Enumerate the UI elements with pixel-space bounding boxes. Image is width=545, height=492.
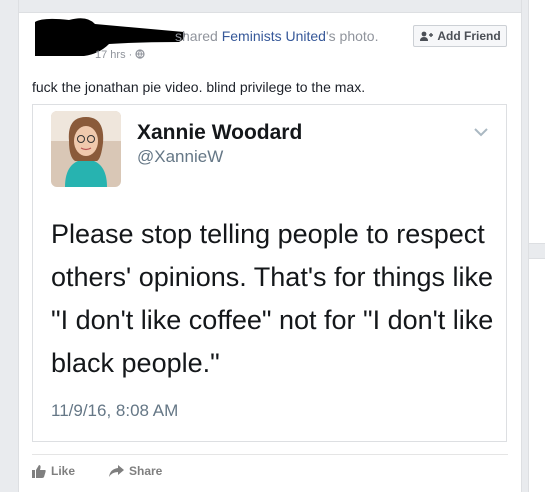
shared-line: shared Feminists United's photo. (175, 28, 378, 44)
shared-prefix: shared (175, 28, 218, 44)
tweet-author-handle: @XannieW (137, 147, 224, 166)
add-friend-label: Add Friend (437, 29, 501, 43)
news-feed-post: shared Feminists United's photo. 17 hrs … (18, 0, 522, 492)
page-background-left (0, 0, 18, 492)
post-text: fuck the jonathan pie video. blind privi… (32, 79, 366, 95)
like-icon (32, 464, 46, 478)
tweet-body: Please stop telling people to respect ot… (51, 219, 494, 378)
post-meta: 17 hrs · (95, 49, 145, 61)
tweet-author-name: Xannie Woodard (137, 121, 303, 144)
page-name-link[interactable]: Feminists United (222, 28, 326, 44)
tweet-date: 11/9/16, 8:08 AM (51, 401, 179, 420)
share-label: Share (129, 464, 163, 478)
chevron-down-icon (474, 128, 488, 137)
share-button[interactable]: Share (109, 464, 162, 478)
globe-icon[interactable] (135, 49, 145, 59)
card-top-gap (19, 0, 521, 13)
right-column-fragment (528, 0, 545, 492)
right-column-gap (529, 243, 545, 259)
post-timestamp[interactable]: 17 hrs · (95, 49, 132, 61)
post-actions: Like Share (32, 454, 508, 483)
like-button[interactable]: Like (32, 464, 75, 478)
like-label: Like (51, 464, 76, 478)
shared-suffix: 's photo. (325, 28, 379, 44)
share-icon (109, 465, 124, 477)
add-friend-icon (420, 31, 434, 41)
add-friend-button[interactable]: Add Friend (413, 25, 507, 47)
shared-photo[interactable]: Xannie Woodard @XannieW Please stop tell… (32, 104, 507, 442)
tweet-avatar (51, 111, 121, 187)
